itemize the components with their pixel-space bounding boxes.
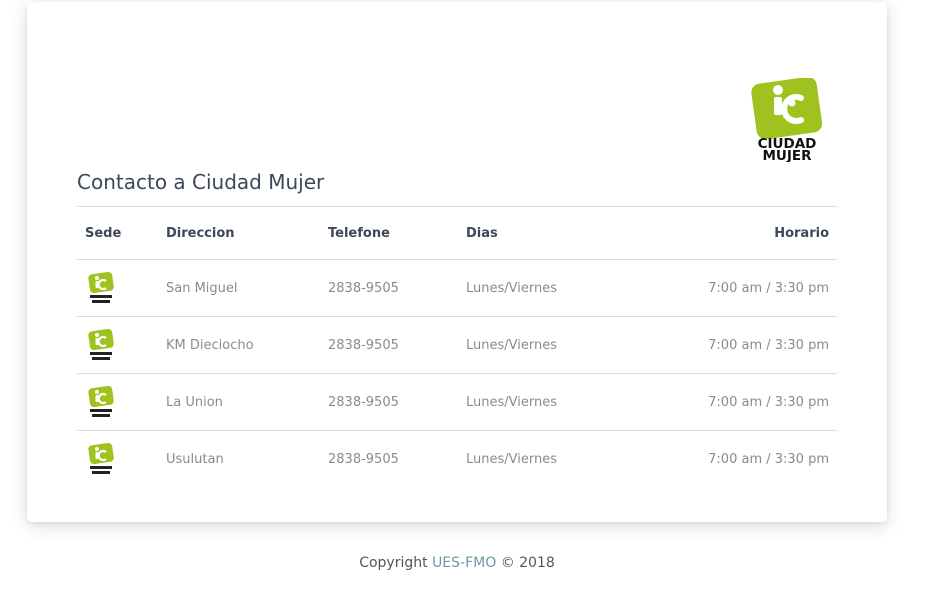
direccion-cell: Usulutan — [166, 451, 224, 467]
contact-card: CIUDAD MUJER Contacto a Ciudad Mujer Sed… — [27, 2, 887, 522]
telefono-cell: 2838-9505 — [320, 259, 458, 317]
horario-cell: 7:00 am / 3:30 pm — [624, 316, 837, 374]
table-row: San Miguel 2838-9505 Lunes/Viernes 7:00 … — [77, 259, 837, 317]
dias-cell: Lunes/Viernes — [458, 316, 625, 374]
ciudad-mujer-logo-icon — [88, 329, 114, 360]
sede-logo — [77, 259, 158, 317]
sede-logo — [77, 373, 158, 431]
sede-logo — [77, 431, 158, 488]
ues-fmo-link[interactable]: UES-FMO — [432, 555, 496, 571]
direccion-cell: San Miguel — [158, 259, 320, 317]
dias-cell: Lunes/Viernes — [466, 451, 557, 467]
col-telefono: Telefone — [320, 206, 458, 260]
horario-cell: 7:00 am / 3:30 pm — [624, 373, 837, 431]
col-horario: Horario — [624, 206, 837, 260]
horario-cell: 7:00 am / 3:30 pm — [624, 259, 837, 317]
direccion-cell: KM Dieciocho — [158, 316, 320, 374]
direccion-cell: La Union — [158, 373, 320, 431]
page-title: Contacto a Ciudad Mujer — [77, 170, 325, 194]
table-row: KM Dieciocho 2838-9505 Lunes/Viernes 7:0… — [77, 316, 837, 374]
sede-logo — [77, 316, 158, 374]
telefono-cell: 2838-9505 — [320, 373, 458, 431]
horario-cell: 7:00 am / 3:30 pm — [708, 451, 829, 467]
dias-cell: Lunes/Viernes — [458, 373, 625, 431]
col-sede: Sede — [77, 206, 158, 260]
table-row: La Union 2838-9505 Lunes/Viernes 7:00 am… — [77, 373, 837, 431]
ciudad-mujer-logo: CIUDAD MUJER — [745, 76, 829, 164]
copyright-prefix: Copyright — [359, 555, 428, 571]
footer: Copyright UES-FMO © 2018 — [0, 555, 914, 571]
dias-cell: Lunes/Viernes — [458, 259, 625, 317]
table-row: Usulutan 2838-9505 Lunes/Viernes 7:00 am… — [77, 431, 837, 488]
copyright-suffix: © 2018 — [500, 555, 555, 571]
telefono-cell: 2838-9505 — [328, 451, 399, 467]
ciudad-mujer-logo-icon — [88, 443, 114, 474]
telefono-cell: 2838-9505 — [320, 316, 458, 374]
ciudad-mujer-logo-icon — [88, 272, 114, 303]
table-header-row: Sede Direccion Telefone Dias Horario — [77, 206, 837, 260]
svg-text:MUJER: MUJER — [762, 148, 812, 162]
col-dias: Dias — [458, 206, 625, 260]
col-direccion: Direccion — [158, 206, 320, 260]
ciudad-mujer-logo-icon — [88, 386, 114, 417]
contact-table: Sede Direccion Telefone Dias Horario San… — [77, 206, 837, 487]
